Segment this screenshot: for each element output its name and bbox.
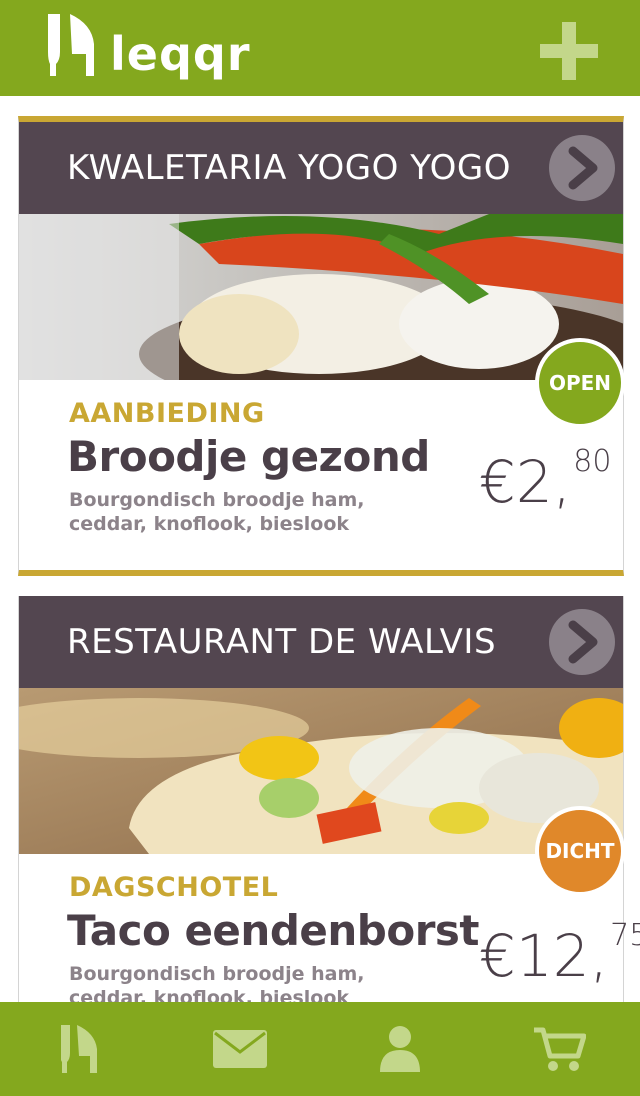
price: €2,80 [479, 444, 611, 516]
add-button[interactable] [540, 22, 598, 80]
restaurants-icon [61, 1025, 97, 1073]
offer-type-label: AANBIEDING [69, 398, 265, 429]
price-main: €2, [479, 448, 572, 516]
messages-icon [213, 1030, 267, 1068]
dish-description: Bourgondisch broodje ham, ceddar, knoflo… [69, 489, 365, 535]
restaurant-name: KWALETARIA YOGO YOGO [67, 148, 511, 188]
status-badge: OPEN [535, 338, 625, 428]
cart-icon [534, 1027, 586, 1071]
fork-knife-icon [48, 14, 94, 76]
profile-icon [380, 1026, 420, 1072]
nav-cart[interactable] [480, 1002, 640, 1096]
restaurant-name: RESTAURANT DE WALVIS [67, 622, 497, 662]
offer-feed[interactable]: KWALETARIA YOGO YOGO OPEN AANBIEDING Bro… [0, 96, 640, 1004]
plus-icon [540, 22, 598, 80]
bottom-nav [0, 1002, 640, 1096]
offer-card[interactable]: RESTAURANT DE WALVIS DICHT DAGSCHOTEL Ta… [18, 596, 640, 1004]
nav-messages[interactable] [160, 1002, 320, 1096]
dish-title: Broodje gezond [67, 432, 430, 481]
chevron-right-icon [568, 620, 598, 664]
price-cents: 80 [573, 444, 612, 479]
price-cents: 75 [610, 918, 640, 953]
nav-profile[interactable] [320, 1002, 480, 1096]
open-restaurant-button[interactable] [549, 135, 615, 201]
burger-photo [19, 214, 623, 380]
app-header: leqqr [0, 0, 640, 96]
nav-restaurants[interactable] [0, 1002, 160, 1096]
status-badge: DICHT [535, 806, 625, 896]
dish-description: Bourgondisch broodje ham, ceddar, knoflo… [69, 963, 365, 1004]
offer-card[interactable]: KWALETARIA YOGO YOGO OPEN AANBIEDING Bro… [18, 116, 625, 576]
price: €12,75 [479, 918, 640, 990]
card-header: RESTAURANT DE WALVIS [19, 596, 623, 688]
logo-text: leqqr [110, 27, 251, 81]
offer-type-label: DAGSCHOTEL [69, 872, 279, 903]
chevron-right-icon [568, 146, 598, 190]
open-restaurant-button[interactable] [549, 609, 615, 675]
price-main: €12, [479, 922, 609, 990]
taco-photo [19, 688, 623, 854]
card-header: KWALETARIA YOGO YOGO [19, 122, 623, 214]
dish-title: Taco eendenborst [67, 906, 479, 955]
